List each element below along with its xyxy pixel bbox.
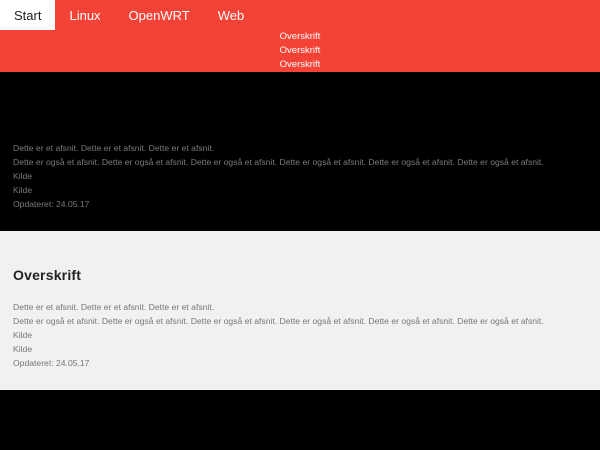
paragraph: Dette er et afsnit. Dette er et afsnit. …	[13, 302, 215, 312]
tab-openwrt[interactable]: OpenWRT	[115, 0, 204, 30]
top-navigation: Start Linux OpenWRT Web	[0, 0, 600, 30]
paragraph: Dette er et afsnit. Dette er et afsnit. …	[13, 143, 215, 153]
tab-web[interactable]: Web	[204, 0, 259, 30]
source-link[interactable]: Kilde	[13, 328, 544, 342]
section-link-2[interactable]: Overskrift	[280, 44, 321, 58]
section-heading: Overskrift	[13, 267, 82, 283]
source-link[interactable]: Kilde	[13, 169, 544, 183]
source-link[interactable]: Kilde	[13, 342, 544, 356]
updated-date: Opdateret: 24.05.17	[13, 199, 90, 209]
section-1-body: Dette er et afsnit. Dette er et afsnit. …	[13, 141, 544, 211]
content-section-1: Dette er et afsnit. Dette er et afsnit. …	[0, 72, 600, 231]
content-section-3	[0, 390, 600, 450]
section-link-1[interactable]: Overskrift	[280, 30, 321, 44]
content-section-2: Overskrift Dette er et afsnit. Dette er …	[0, 231, 600, 390]
tab-linux[interactable]: Linux	[55, 0, 114, 30]
tab-start[interactable]: Start	[0, 0, 56, 30]
section-links-banner: Overskrift Overskrift Overskrift	[0, 30, 600, 72]
source-link[interactable]: Kilde	[13, 183, 544, 197]
updated-date: Opdateret: 24.05.17	[13, 358, 90, 368]
paragraph: Dette er også et afsnit. Dette er også e…	[13, 157, 544, 167]
section-2-body: Dette er et afsnit. Dette er et afsnit. …	[13, 300, 544, 370]
paragraph: Dette er også et afsnit. Dette er også e…	[13, 316, 544, 326]
section-link-3[interactable]: Overskrift	[280, 58, 321, 72]
